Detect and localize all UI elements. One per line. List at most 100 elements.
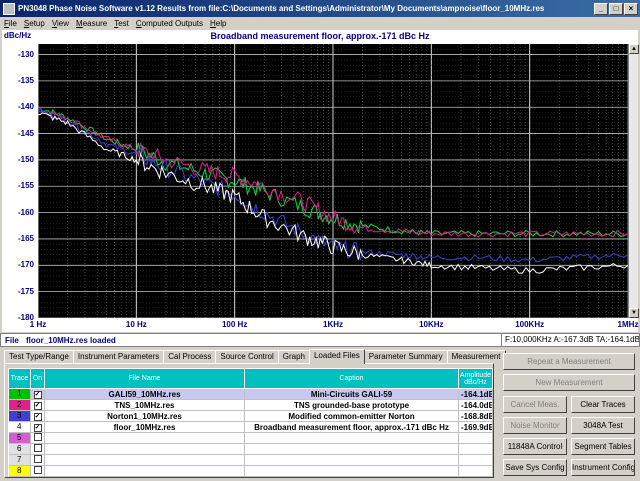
- y-tick-label: -160: [17, 207, 34, 217]
- noise-monitor-button[interactable]: Noise Monitor: [503, 417, 567, 434]
- x-tick-label: 1KHz: [322, 320, 344, 329]
- trace-on-checkbox[interactable]: ✓: [30, 421, 45, 433]
- y-tick-label: -150: [17, 154, 34, 164]
- tab-loaded-files[interactable]: Loaded Files: [308, 349, 365, 364]
- col-amplitude: Amplitude dBc/Hz: [458, 368, 493, 389]
- title-bar: PN3048 Phase Noise Software v1.12 Result…: [0, 0, 640, 17]
- y-tick-label: -175: [17, 286, 34, 296]
- x-tick-label: 10KHz: [419, 320, 444, 329]
- amplitude-cell: [458, 443, 493, 455]
- caption-cell: Mini-Circuits GALI-59: [244, 388, 459, 400]
- menu-setup[interactable]: Setup: [24, 19, 45, 28]
- table-row[interactable]: 7: [8, 454, 493, 466]
- repeat-measurement-button[interactable]: Repeat a Measurement: [503, 353, 635, 370]
- status-bar: File floor_10MHz.res loaded F:10,000KHz …: [0, 333, 640, 347]
- cancel-measurement-button[interactable]: Cancel Meas.: [503, 396, 567, 413]
- table-row[interactable]: 8: [8, 465, 493, 477]
- trace-number: 7: [8, 454, 31, 466]
- loaded-files-panel: Trace On File Name Caption Amplitude dBc…: [4, 363, 494, 478]
- table-row[interactable]: 6: [8, 443, 493, 455]
- y-tick-label: -145: [17, 128, 34, 138]
- tab-strip: Test Type/Range Instrument Parameters Ca…: [4, 349, 506, 364]
- caption-cell: TNS grounded-base prototype: [244, 399, 459, 411]
- x-tick-label: 100KHz: [515, 320, 545, 329]
- tab-instrument-parameters[interactable]: Instrument Parameters: [72, 350, 165, 364]
- tab-cal-process[interactable]: Cal Process: [163, 350, 217, 364]
- plot-title: Broadband measurement floor, approx.-171…: [210, 31, 430, 41]
- maximize-icon[interactable]: □: [609, 2, 623, 15]
- new-measurement-button[interactable]: New Measurement: [503, 374, 635, 391]
- trace-on-checkbox[interactable]: ✓: [30, 410, 45, 422]
- caption-cell: Broadband measurement floor, approx.-171…: [244, 421, 459, 433]
- menu-measure[interactable]: Measure: [76, 19, 107, 28]
- scroll-down-icon[interactable]: ▼: [629, 308, 639, 318]
- trace-number: 8: [8, 465, 31, 477]
- caption-cell: [244, 432, 459, 444]
- tab-graph[interactable]: Graph: [277, 350, 310, 364]
- loaded-files-table: Trace On File Name Caption Amplitude dBc…: [8, 368, 493, 477]
- table-row[interactable]: 2 ✓ TNS_10MHz.res TNS grounded-base prototy…: [8, 399, 493, 411]
- status-file-text: floor_10MHz.res loaded: [26, 335, 116, 345]
- tab-source-control[interactable]: Source Control: [215, 350, 279, 364]
- amplitude-cell: -169.9dB: [458, 421, 493, 433]
- trace-on-checkbox[interactable]: [30, 443, 45, 455]
- file-name-cell: [44, 465, 245, 477]
- table-row[interactable]: 5: [8, 432, 493, 444]
- cursor-readout: F:10,000KHz A:-167.3dB TA:-164.1dB: [501, 334, 639, 346]
- trace-on-checkbox[interactable]: [30, 454, 45, 466]
- menu-computed-outputs[interactable]: Computed Outputs: [136, 19, 203, 28]
- table-row[interactable]: 3 ✓ Norton1_10MHz.res Modified common-emitt…: [8, 410, 493, 422]
- menu-test[interactable]: Test: [114, 19, 129, 28]
- tab-measurement[interactable]: Measurement: [446, 350, 506, 364]
- caption-cell: [244, 454, 459, 466]
- y-tick-label: -135: [17, 75, 34, 85]
- file-name-cell: GALI59_10MHz.res: [44, 388, 245, 400]
- amplitude-cell: -164.0dB: [458, 399, 493, 411]
- caption-cell: Modified common-emitter Norton: [244, 410, 459, 422]
- minimize-icon[interactable]: _: [594, 2, 608, 15]
- window-title: PN3048 Phase Noise Software v1.12 Result…: [18, 4, 545, 13]
- trace-on-checkbox[interactable]: [30, 432, 45, 444]
- file-name-cell: [44, 432, 245, 444]
- clear-traces-button[interactable]: Clear Traces: [571, 396, 635, 413]
- tab-parameter-summary[interactable]: Parameter Summary: [363, 350, 448, 364]
- file-name-cell: [44, 443, 245, 455]
- caption-cell: [244, 465, 459, 477]
- button-panel: Repeat a Measurement New Measurement Can…: [500, 350, 638, 478]
- scroll-up-icon[interactable]: ▲: [629, 44, 639, 54]
- trace-number: 1: [8, 388, 31, 400]
- y-tick-label: -165: [17, 233, 34, 243]
- menu-view[interactable]: View: [52, 19, 69, 28]
- app-icon: [3, 2, 15, 15]
- y-tick-label: -155: [17, 181, 34, 191]
- file-name-cell: TNS_10MHz.res: [44, 399, 245, 411]
- amplitude-cell: [458, 465, 493, 477]
- menu-help[interactable]: Help: [210, 19, 226, 28]
- trace-on-checkbox[interactable]: ✓: [30, 399, 45, 411]
- control-11848a-button[interactable]: 11848A Control: [503, 438, 567, 455]
- phase-noise-graph[interactable]: [38, 44, 628, 318]
- y-tick-label: -130: [17, 49, 34, 59]
- vertical-scrollbar[interactable]: ▲ ▼: [628, 44, 639, 318]
- file-name-cell: Norton1_10MHz.res: [44, 410, 245, 422]
- trace-number: 5: [8, 432, 31, 444]
- trace-on-checkbox[interactable]: [30, 465, 45, 477]
- x-tick-label: 1MHz: [617, 320, 639, 329]
- save-sys-config-button[interactable]: Save Sys Config: [503, 459, 567, 476]
- close-icon[interactable]: ×: [624, 2, 638, 15]
- trace-on-checkbox[interactable]: ✓: [30, 388, 45, 400]
- file-name-cell: [44, 454, 245, 466]
- amplitude-cell: [458, 432, 493, 444]
- x-tick-label: 1 Hz: [29, 320, 47, 329]
- instrument-config-button[interactable]: Instrument Config: [571, 459, 635, 476]
- tab-test-type[interactable]: Test Type/Range: [4, 350, 74, 364]
- menu-file[interactable]: File: [4, 19, 17, 28]
- col-on: On: [30, 368, 45, 389]
- plot-area: Broadband measurement floor, approx.-171…: [2, 30, 639, 332]
- y-tick-label: -140: [17, 102, 34, 112]
- x-tick-label: 100 Hz: [221, 320, 248, 329]
- test-3048a-button[interactable]: 3048A Test: [571, 417, 635, 434]
- table-row[interactable]: 1 ✓ GALI59_10MHz.res Mini-Circuits GALI-59-…: [8, 388, 493, 400]
- table-row[interactable]: 4 ✓ floor_10MHz.res Broadband measurement f…: [8, 421, 493, 433]
- segment-tables-button[interactable]: Segment Tables: [571, 438, 635, 455]
